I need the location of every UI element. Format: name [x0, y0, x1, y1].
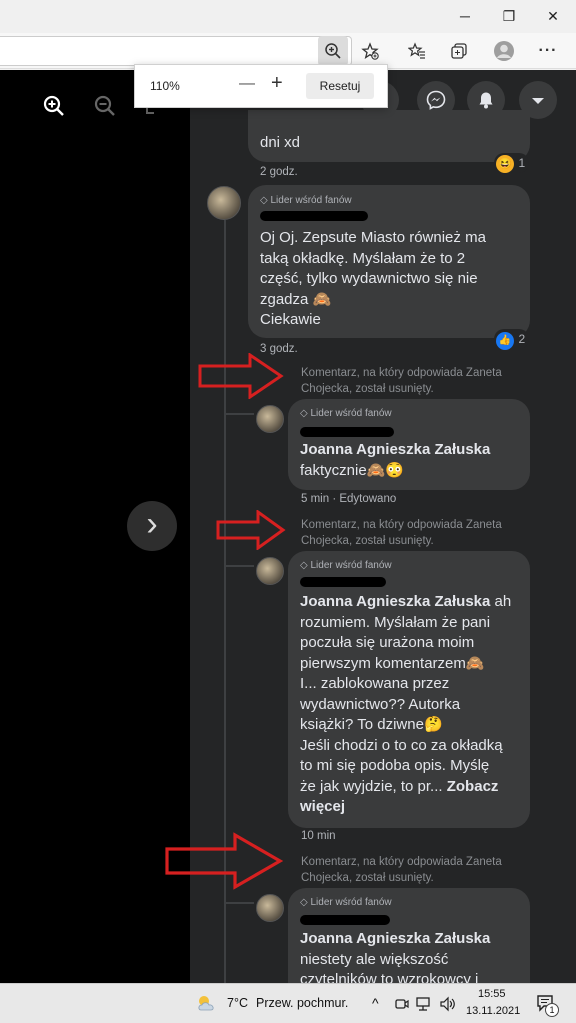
annotation-arrow: [198, 353, 284, 399]
annotation-arrow: [165, 832, 283, 890]
avatar[interactable]: [256, 557, 284, 585]
zoom-out-icon[interactable]: [93, 94, 117, 123]
minimize-button[interactable]: ─: [450, 4, 480, 28]
thread-branch: [224, 902, 254, 904]
diamond-icon: ◇: [300, 560, 308, 571]
redacted-author: [300, 915, 390, 925]
volume-icon[interactable]: [439, 996, 457, 1017]
zoom-out-button[interactable]: —: [239, 75, 255, 93]
annotation-arrow: [216, 510, 286, 550]
deleted-comment-notice: Komentarz, na który odpowiada Zaneta Cho…: [301, 367, 502, 395]
reaction-summary[interactable]: 😆 1: [494, 153, 530, 173]
address-bar[interactable]: [0, 36, 352, 66]
comment-bubble: ◇ Lider wśród fanów Oj Oj. Zepsute Miast…: [248, 185, 530, 338]
comment-bubble: ◇ Lider wśród fanów Joanna Agnieszka Zał…: [288, 551, 530, 828]
reaction-summary[interactable]: 👍 2: [494, 329, 530, 350]
zoom-in-button[interactable]: +: [271, 72, 283, 95]
favorite-add-icon[interactable]: [355, 36, 385, 66]
comment-text: Oj Oj. Zepsute Miasto również ma taką ok…: [260, 229, 486, 328]
comment-text: dni xd: [260, 134, 301, 151]
comment-bubble: ◇ Lider wśród fanów Joanna Agnieszka Zał…: [288, 888, 530, 983]
comment-bubble: ◇ Lider wśród fanów Joanna Agnieszka Zał…: [288, 399, 530, 490]
see-more-link[interactable]: Zobacz: [447, 778, 499, 795]
maximize-button[interactable]: ❐: [494, 4, 524, 28]
avatar[interactable]: [256, 405, 284, 433]
tray-chevron-icon[interactable]: ^: [372, 995, 379, 1011]
thread-branch: [224, 565, 254, 567]
reaction-count: 1: [518, 156, 526, 170]
comment-author[interactable]: Joanna Agnieszka Załuska: [300, 593, 490, 610]
like-reaction-icon: 👍: [496, 332, 514, 350]
comment-author[interactable]: Joanna Agnieszka Załuska: [300, 929, 528, 950]
diamond-icon: ◇: [260, 195, 268, 206]
zoom-popup: 110% — + Resetuj: [134, 64, 388, 108]
deleted-comment-notice: Komentarz, na który odpowiada Zaneta Cho…: [301, 856, 502, 884]
redacted-author: [300, 427, 394, 437]
comment-author[interactable]: Joanna Agnieszka Załuska: [300, 440, 490, 461]
comment-text: faktycznie🙈😳: [300, 462, 405, 479]
clock-time[interactable]: 15:55: [478, 988, 506, 1000]
photo-viewer: ›: [0, 70, 190, 983]
comment-time[interactable]: 10 min: [301, 830, 336, 842]
close-button[interactable]: ✕: [538, 4, 568, 28]
redacted-author: [300, 577, 386, 587]
see-more-link[interactable]: więcej: [300, 797, 528, 818]
collections-icon[interactable]: [444, 36, 474, 66]
diamond-icon: ◇: [300, 897, 308, 908]
favorites-icon[interactable]: [402, 36, 432, 66]
diamond-icon: ◇: [300, 408, 308, 419]
comment-text: Joanna Agnieszka Załuska niestety ale wi…: [300, 929, 528, 983]
fan-badge: ◇ Lider wśród fanów: [300, 408, 392, 419]
avatar[interactable]: [256, 894, 284, 922]
profile-icon[interactable]: [489, 36, 519, 66]
zoom-in-icon[interactable]: [318, 36, 348, 66]
fan-badge: ◇ Lider wśród fanów: [300, 897, 392, 908]
avatar[interactable]: [207, 186, 241, 220]
meet-now-icon[interactable]: [394, 996, 410, 1017]
window-titlebar: ─ ❐ ✕: [0, 0, 576, 33]
network-icon[interactable]: [416, 996, 434, 1017]
zoom-reset-button[interactable]: Resetuj: [306, 73, 374, 99]
weather-temperature[interactable]: 7°C: [227, 996, 248, 1010]
thread-branch: [224, 413, 254, 415]
clock-date[interactable]: 13.11.2021: [466, 1005, 520, 1017]
fan-badge: ◇ Lider wśród fanów: [260, 195, 352, 206]
fan-badge: ◇ Lider wśród fanów: [300, 560, 392, 571]
notification-count-badge: 1: [545, 1003, 559, 1017]
taskbar: 7°C Przew. pochmur. ^ 15:55 13.11.2021 1: [0, 983, 576, 1023]
comment-time[interactable]: 5 min · Edytowano: [301, 493, 396, 505]
zoom-level: 110%: [150, 79, 180, 93]
more-icon[interactable]: ···: [533, 36, 563, 66]
haha-reaction-icon: 😆: [496, 155, 514, 173]
weather-description[interactable]: Przew. pochmur.: [256, 996, 348, 1010]
comment-time[interactable]: 2 godz.: [260, 166, 298, 178]
zoom-in-icon[interactable]: [42, 94, 66, 123]
reaction-count: 2: [518, 332, 526, 346]
deleted-comment-notice: Komentarz, na który odpowiada Zaneta Cho…: [301, 519, 502, 547]
redacted-author: [260, 211, 368, 221]
next-photo-button[interactable]: ›: [127, 501, 177, 551]
comment-text: Joanna Agnieszka Załuska ah rozumiem. My…: [300, 592, 528, 818]
weather-cloud-icon[interactable]: [196, 994, 218, 1017]
